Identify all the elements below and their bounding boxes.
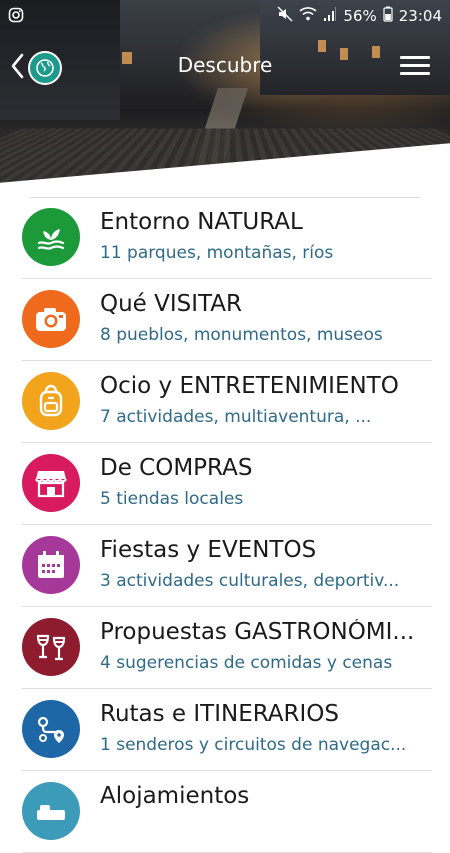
list-item-ocio[interactable]: Ocio y ENTRETENIMIENTO 7 actividades, mu… xyxy=(22,361,432,443)
list-item-de-compras[interactable]: De COMPRAS 5 tiendas locales xyxy=(22,443,432,525)
category-list: Entorno NATURAL 11 parques, montañas, rí… xyxy=(0,197,450,853)
nature-icon xyxy=(22,208,80,266)
shop-icon xyxy=(22,454,80,512)
item-subtitle: 8 pueblos, monumentos, museos xyxy=(100,325,383,345)
route-icon xyxy=(22,700,80,758)
calendar-icon xyxy=(22,536,80,594)
list-item-entorno-natural[interactable]: Entorno NATURAL 11 parques, montañas, rí… xyxy=(22,197,432,279)
item-subtitle: 4 sugerencias de comidas y cenas xyxy=(100,653,393,673)
page-title: Descubre xyxy=(177,53,273,77)
item-title: Rutas e ITINERARIOS xyxy=(100,701,339,727)
status-bar: 56% 23:04 xyxy=(0,0,450,32)
item-subtitle: 7 actividades, multiaventura, ... xyxy=(100,407,372,427)
item-title: Ocio y ENTRETENIMIENTO xyxy=(100,373,399,399)
backpack-icon xyxy=(22,372,80,430)
item-subtitle: 1 senderos y circuitos de navegac... xyxy=(100,735,407,755)
item-title: Qué VISITAR xyxy=(100,291,243,317)
list-item-alojamientos[interactable]: Alojamientos xyxy=(22,771,432,853)
camera-icon xyxy=(22,290,80,348)
app-bar: Descubre xyxy=(0,40,450,92)
menu-button[interactable] xyxy=(400,56,430,78)
battery-icon xyxy=(383,6,393,26)
mute-icon xyxy=(277,6,293,26)
item-subtitle: 3 actividades culturales, deportiv... xyxy=(100,571,400,591)
item-subtitle: 5 tiendas locales xyxy=(100,489,244,509)
list-item-rutas[interactable]: Rutas e ITINERARIOS 1 senderos y circuit… xyxy=(22,689,432,771)
wifi-icon xyxy=(299,6,317,26)
item-title: Alojamientos xyxy=(100,783,250,809)
lodging-icon xyxy=(22,782,80,840)
item-title: Fiestas y EVENTOS xyxy=(100,537,317,563)
signal-icon xyxy=(323,6,337,26)
list-item-gastronomia[interactable]: Propuestas GASTRONÓMI... 4 sugerencias d… xyxy=(22,607,432,689)
item-title: Propuestas GASTRONÓMI... xyxy=(100,619,415,645)
battery-percent: 56% xyxy=(343,7,377,25)
wine-icon xyxy=(22,618,80,676)
item-title: De COMPRAS xyxy=(100,455,253,481)
list-item-que-visitar[interactable]: Qué VISITAR 8 pueblos, monumentos, museo… xyxy=(22,279,432,361)
item-subtitle: 11 parques, montañas, ríos xyxy=(100,243,334,263)
clock: 23:04 xyxy=(398,7,442,25)
instagram-icon xyxy=(8,7,24,27)
list-item-fiestas[interactable]: Fiestas y EVENTOS 3 actividades cultural… xyxy=(22,525,432,607)
item-title: Entorno NATURAL xyxy=(100,209,303,235)
